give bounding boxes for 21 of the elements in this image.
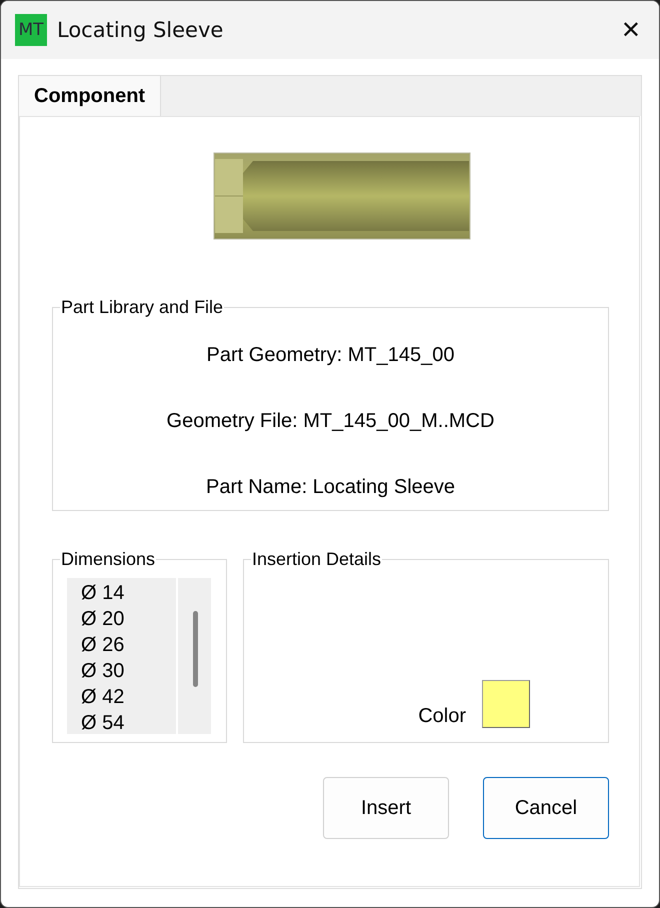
info-text: Geometry File: MT_145_00_M..MCD	[166, 410, 494, 433]
color-label: Color	[418, 705, 466, 728]
color-swatch[interactable]	[482, 680, 530, 728]
scrollbar-thumb[interactable]	[193, 611, 198, 687]
group-title: Dimensions	[60, 549, 156, 570]
group-title: Insertion Details	[251, 549, 382, 570]
insert-button[interactable]: Insert	[323, 777, 449, 839]
list-item[interactable]: Ø 54	[67, 710, 176, 736]
info-text: Part Geometry: MT_145_00	[206, 344, 454, 367]
list-item[interactable]: Ø 20	[67, 606, 176, 632]
info-text: Part Name: Locating Sleeve	[206, 476, 456, 499]
cancel-button[interactable]: Cancel	[483, 777, 609, 839]
tab[interactable]: Component	[19, 76, 162, 116]
list-item[interactable]: Ø 42	[67, 684, 176, 710]
list-item[interactable]: Ø 30	[67, 658, 176, 684]
close-button[interactable]: ✕	[616, 16, 645, 44]
window-title: Locating Sleeve	[57, 18, 224, 42]
list-item[interactable]: Ø 26	[67, 632, 176, 658]
app-logo: MT	[15, 14, 47, 46]
group-title: Part Library and File	[60, 297, 224, 318]
list-item[interactable]: Ø 14	[67, 580, 176, 606]
